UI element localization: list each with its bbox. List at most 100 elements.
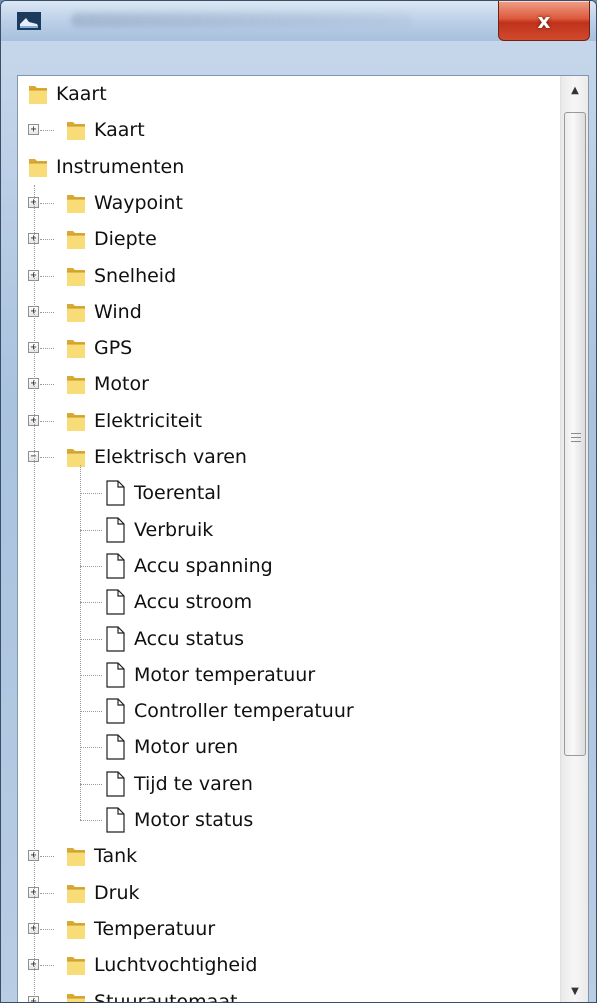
window-title-blurred [71,13,411,27]
folder-icon [66,372,86,396]
folder-icon [66,917,86,941]
document-icon [104,480,126,506]
scroll-up-button[interactable]: ▲ [561,76,588,104]
document-icon [104,662,126,688]
tree-leaf-node[interactable]: Verbruik [18,512,561,548]
tree-connector [80,529,102,531]
tree-connector [40,239,54,241]
tree-leaf-node[interactable]: Accu spanning [18,548,561,584]
tree-view-container: Kaart + Kaart Instrumenten + Waypoint + Diepte +… [17,75,589,1003]
tree-folder-node[interactable]: + Druk [18,875,561,911]
tree-connector [80,565,102,567]
tree-connector [40,348,54,350]
vertical-scrollbar[interactable]: ▲ ▼ [560,76,588,1002]
folder-icon [66,118,86,142]
title-bar[interactable]: x [1,1,596,41]
app-icon [17,12,41,30]
tree-folder-node[interactable]: Instrumenten [18,149,561,185]
tree-connector [80,783,102,785]
tree-folder-node[interactable]: + Snelheid [18,258,561,294]
tree-view[interactable]: Kaart + Kaart Instrumenten + Waypoint + Diepte +… [18,76,561,1003]
folder-icon [66,409,86,433]
tree-node-label: Snelheid [94,264,177,287]
tree-node-label: Temperatuur [94,917,216,940]
tree-node-label: Motor status [134,809,254,831]
tree-connector [80,638,102,640]
tree-node-label: Instrumenten [56,155,185,178]
tree-leaf-node[interactable]: Toerental [18,475,561,511]
close-button[interactable]: x [498,1,590,41]
tree-folder-node[interactable]: Kaart [18,76,561,112]
tree-connector [80,465,81,820]
document-icon [104,734,126,760]
scroll-up-icon: ▲ [571,84,579,96]
folder-icon [66,300,86,324]
tree-node-label: Verbruik [134,518,214,541]
tree-folder-node[interactable]: + GPS [18,330,561,366]
document-icon [104,771,126,797]
tree-folder-node[interactable]: + Motor [18,366,561,402]
tree-leaf-node[interactable]: Motor status [18,802,561,838]
tree-leaf-node[interactable]: Controller temperatuur [18,693,561,729]
tree-folder-node[interactable]: + Waypoint [18,185,561,221]
tree-connector [80,602,102,604]
tree-node-label: Kaart [94,119,145,142]
folder-icon [28,82,48,106]
tree-connector [40,384,54,386]
app-window: x Kaart + Kaart Instrumenten + Waypoint + Diept… [0,0,597,1003]
document-icon [104,698,126,724]
scroll-down-button[interactable]: ▼ [561,977,588,1002]
tree-folder-node[interactable]: + Stuurautomaat [18,984,561,1003]
tree-folder-node[interactable]: + Diepte [18,221,561,257]
tree-leaf-node[interactable]: Motor uren [18,729,561,765]
tree-connector [40,965,54,967]
tree-folder-node[interactable]: + Tank [18,838,561,874]
tree-folder-node[interactable]: + Kaart [18,112,561,148]
tree-folder-node[interactable]: + Temperatuur [18,911,561,947]
tree-connector [40,311,54,313]
folder-icon [66,953,86,977]
tree-node-label: Accu spanning [134,554,273,577]
tree-node-label: Motor uren [134,736,239,759]
tree-connector [80,674,102,676]
tree-connector [40,856,54,858]
tree-connector [80,493,102,495]
tree-node-label: Motor [94,373,149,396]
tree-node-label: Stuurautomaat [94,990,238,1003]
tree-node-label: Toerental [134,482,222,505]
tree-folder-node[interactable]: + Wind [18,294,561,330]
folder-icon [66,191,86,215]
tree-leaf-node[interactable]: Tijd te varen [18,766,561,802]
tree-leaf-node[interactable]: Accu status [18,621,561,657]
tree-node-label: Accu stroom [134,591,253,614]
tree-node-label: Waypoint [94,191,183,214]
tree-node-label: Druk [94,881,140,904]
tree-folder-node[interactable]: + Elektriciteit [18,403,561,439]
tree-node-label: Tank [94,845,138,868]
tree-connector [40,275,54,277]
document-icon [104,553,126,579]
document-icon [104,589,126,615]
close-icon: x [537,8,551,33]
document-icon [104,625,126,652]
folder-icon [66,881,86,905]
folder-icon [66,227,86,251]
tree-connector [40,457,54,458]
expand-icon[interactable]: + [28,124,39,136]
folder-icon [66,336,86,360]
tree-leaf-node[interactable]: Motor temperatuur [18,657,561,693]
tree-connector [40,202,54,204]
tree-connector [80,820,102,821]
tree-node-label: Tijd te varen [134,772,253,795]
tree-folder-node[interactable]: − Elektrisch varen [18,439,561,475]
tree-connector [34,184,35,1002]
folder-icon [66,990,86,1002]
tree-folder-node[interactable]: + Luchtvochtigheid [18,947,561,983]
document-icon [104,807,126,833]
tree-connector [80,747,102,749]
tree-leaf-node[interactable]: Accu stroom [18,584,561,620]
tree-node-label: Controller temperatuur [134,700,354,723]
scroll-down-icon: ▼ [571,985,579,997]
scrollbar-thumb[interactable] [564,112,586,756]
tree-node-label: GPS [94,337,133,360]
